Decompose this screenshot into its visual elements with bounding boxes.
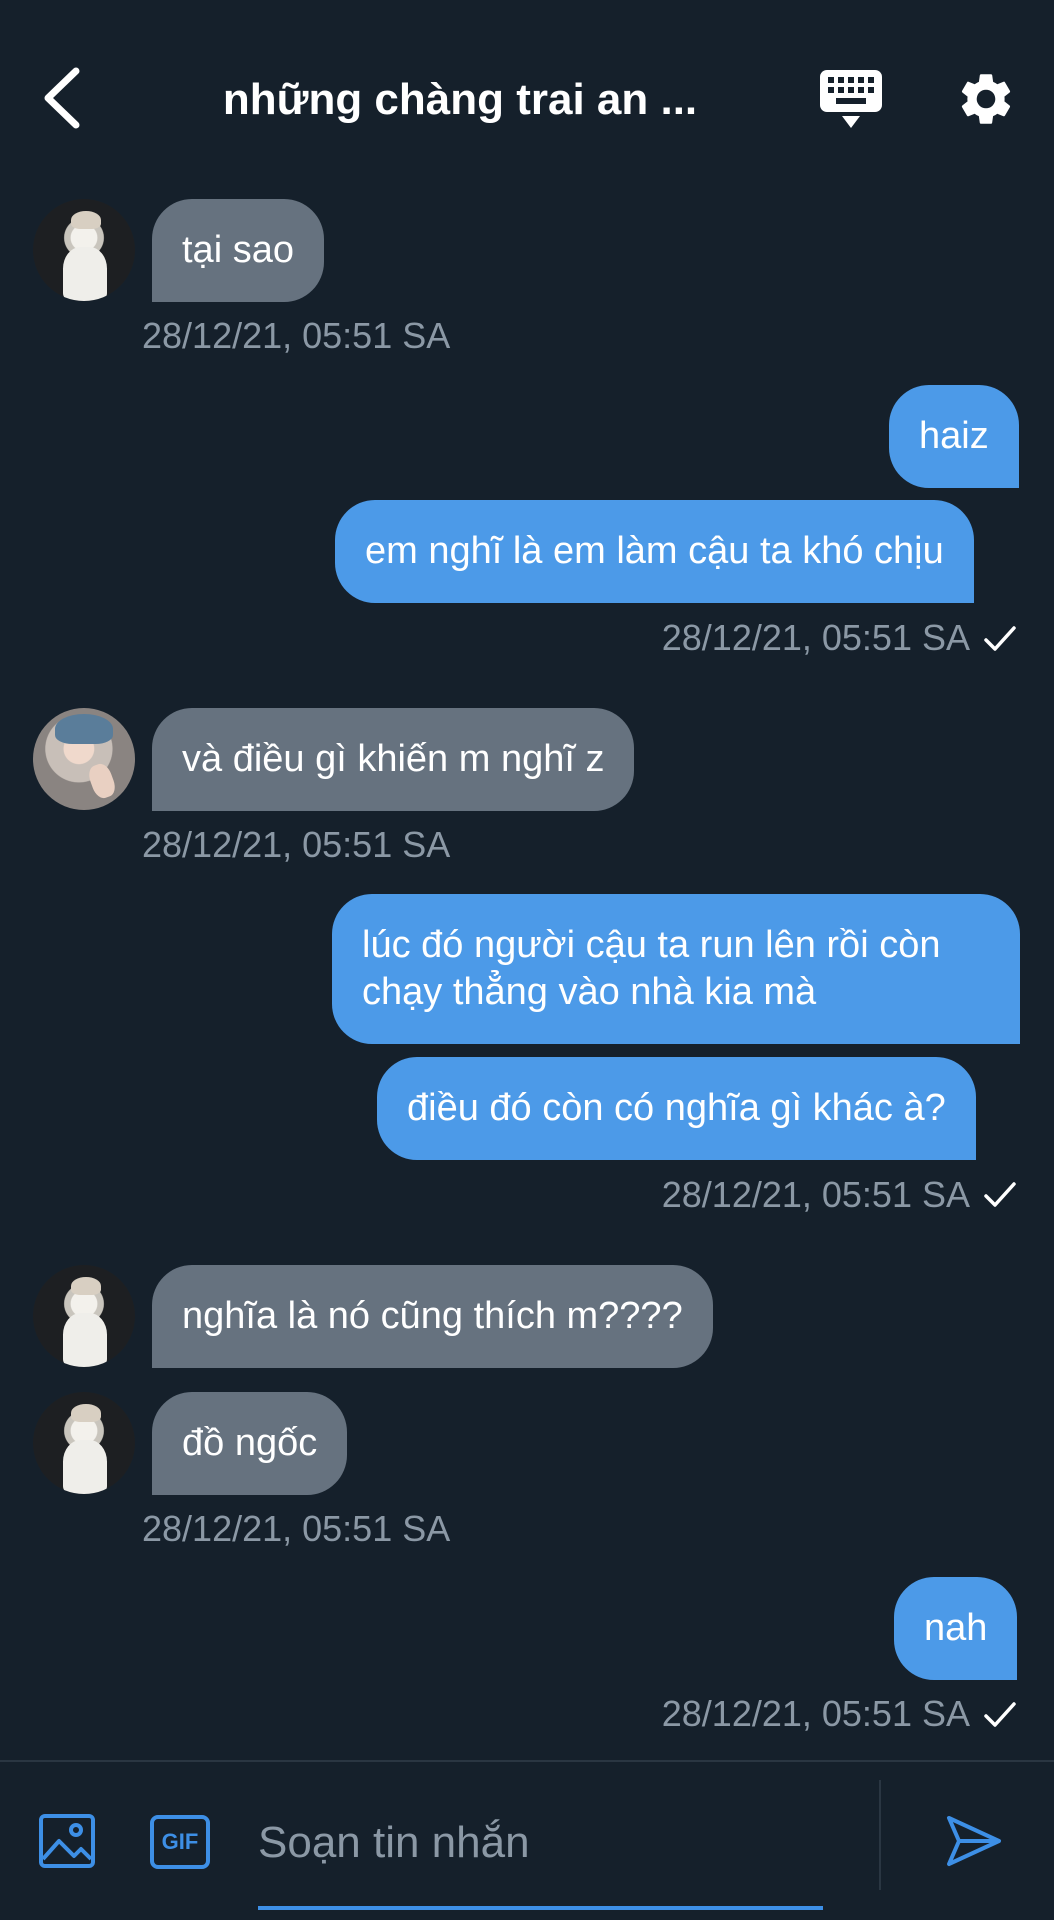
keyboard-icon [820,70,882,128]
back-button[interactable] [38,65,88,131]
composer-separator [879,1780,881,1890]
avatar[interactable] [33,1392,135,1494]
message-timestamp: 28/12/21, 05:51 SA [661,617,970,658]
message-bubble-outgoing[interactable]: em nghĩ là em làm cậu ta khó chịu [335,500,974,603]
avatar[interactable] [33,1265,135,1367]
message-timestamp: 28/12/21, 05:51 SA [142,824,451,865]
check-icon [984,1702,1016,1727]
message-timestamp: 28/12/21, 05:51 SA [142,1508,451,1549]
keyboard-button[interactable] [818,68,884,130]
gif-button[interactable]: GIF [150,1815,210,1869]
message-bubble-incoming[interactable]: nghĩa là nó cũng thích m???? [152,1265,713,1368]
message-bubble-outgoing[interactable]: điều đó còn có nghĩa gì khác à? [377,1057,976,1160]
message-bubble-outgoing[interactable]: haiz [889,385,1019,488]
settings-button[interactable] [955,68,1017,130]
message-bubble-incoming[interactable]: và điều gì khiến m nghĩ z [152,708,635,811]
message-bubble-outgoing[interactable]: lúc đó người cậu ta run lên rồi còn chạy… [332,894,1020,1044]
send-icon [947,1816,1001,1866]
chat-screen: những chàng trai an ... tại sao 28/12/21… [0,0,1054,1920]
chat-title[interactable]: những chàng trai an ... [190,70,730,130]
avatar[interactable] [33,708,135,810]
message-bubble-outgoing[interactable]: nah [894,1577,1018,1680]
compose-underline [258,1906,823,1910]
message-bubble-incoming[interactable]: tại sao [152,199,324,302]
gear-icon [961,74,1011,124]
message-timestamp: 28/12/21, 05:51 SA [661,1693,970,1734]
message-timestamp: 28/12/21, 05:51 SA [661,1174,970,1215]
composer-divider [0,1760,1054,1762]
message-bubble-incoming[interactable]: đồ ngốc [152,1392,348,1495]
check-icon [984,1182,1016,1207]
compose-input[interactable] [258,1808,823,1878]
send-button[interactable] [945,1812,1003,1870]
add-image-button[interactable] [38,1813,96,1869]
chat-header: những chàng trai an ... [0,0,1054,190]
message-timestamp: 28/12/21, 05:51 SA [142,315,451,356]
avatar[interactable] [33,199,135,301]
check-icon [984,626,1016,651]
image-icon [39,1814,95,1868]
chevron-left-icon [44,67,80,129]
